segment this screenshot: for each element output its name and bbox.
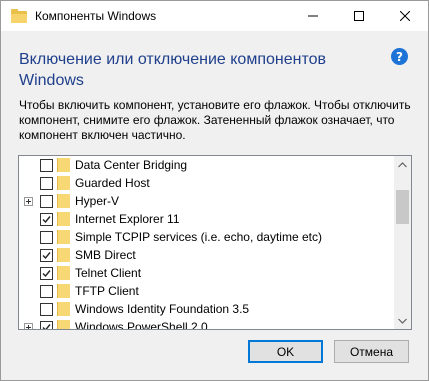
feature-row[interactable]: Data Center Bridging xyxy=(19,156,393,174)
feature-row[interactable]: Telnet Client xyxy=(19,264,393,282)
feature-label: SMB Direct xyxy=(75,248,136,262)
checkmark-icon xyxy=(42,216,51,224)
windows-features-dialog: Компоненты Windows Включение или отключе… xyxy=(0,0,429,381)
chevron-down-icon xyxy=(398,318,407,324)
folder-icon xyxy=(57,194,70,208)
ok-button[interactable]: OK xyxy=(248,340,323,363)
feature-label: Internet Explorer 11 xyxy=(75,212,180,226)
folder-icon xyxy=(57,176,70,190)
help-icon[interactable]: ? xyxy=(391,48,408,65)
feature-label: Windows PowerShell 2.0 xyxy=(75,320,208,330)
feature-checkbox[interactable] xyxy=(40,177,53,190)
feature-label: TFTP Client xyxy=(75,284,139,298)
features-list: Data Center Bridging Guarded Host Hyper-V I… xyxy=(19,156,393,330)
folder-icon xyxy=(11,9,27,23)
maximize-button[interactable] xyxy=(336,1,382,31)
feature-row[interactable]: Internet Explorer 11 xyxy=(19,210,393,228)
feature-checkbox[interactable] xyxy=(40,159,53,172)
feature-checkbox[interactable] xyxy=(40,213,53,226)
window-title: Компоненты Windows xyxy=(35,9,157,23)
feature-checkbox[interactable] xyxy=(40,231,53,244)
scroll-up-button[interactable] xyxy=(394,156,411,173)
cancel-button[interactable]: Отмена xyxy=(334,340,409,363)
folder-icon xyxy=(57,230,70,244)
feature-row[interactable]: Windows PowerShell 2.0 xyxy=(19,318,393,330)
feature-checkbox[interactable] xyxy=(40,321,53,329)
feature-row[interactable]: Windows Identity Foundation 3.5 xyxy=(19,300,393,318)
maximize-icon xyxy=(354,11,364,21)
expand-plus-icon[interactable] xyxy=(24,323,33,329)
feature-label: Guarded Host xyxy=(75,176,150,190)
feature-label: Telnet Client xyxy=(75,266,142,280)
expand-plus-icon[interactable] xyxy=(24,197,33,206)
scroll-down-button[interactable] xyxy=(394,312,411,329)
feature-label: Windows Identity Foundation 3.5 xyxy=(75,302,250,316)
folder-icon xyxy=(57,158,70,172)
minimize-button[interactable] xyxy=(290,1,336,31)
feature-label: Hyper-V xyxy=(75,194,120,208)
feature-row[interactable]: TFTP Client xyxy=(19,282,393,300)
feature-label: Data Center Bridging xyxy=(75,158,188,172)
feature-label: Simple TCPIP services (i.e. echo, daytim… xyxy=(75,230,322,244)
feature-row[interactable]: Guarded Host xyxy=(19,174,393,192)
folder-icon xyxy=(57,320,70,329)
minimize-icon xyxy=(308,15,318,17)
chevron-up-icon xyxy=(398,161,407,167)
dialog-content: Включение или отключение компонентов Win… xyxy=(1,31,428,380)
title-bar[interactable]: Компоненты Windows xyxy=(1,1,428,31)
folder-icon xyxy=(57,248,70,262)
feature-checkbox[interactable] xyxy=(40,285,53,298)
folder-icon xyxy=(57,302,70,316)
folder-icon xyxy=(57,212,70,226)
folder-icon xyxy=(57,266,70,280)
checkmark-icon xyxy=(42,324,51,329)
folder-icon xyxy=(57,284,70,298)
features-tree[interactable]: Data Center Bridging Guarded Host Hyper-V I… xyxy=(18,155,412,330)
feature-row[interactable]: Hyper-V xyxy=(19,192,393,210)
feature-row[interactable]: SMB Direct xyxy=(19,246,393,264)
vertical-scrollbar[interactable] xyxy=(394,156,411,329)
feature-checkbox[interactable] xyxy=(40,303,53,316)
feature-checkbox[interactable] xyxy=(40,195,53,208)
checkmark-icon xyxy=(42,252,51,260)
scroll-thumb[interactable] xyxy=(396,190,409,224)
checkmark-icon xyxy=(42,270,51,278)
close-button[interactable] xyxy=(382,1,428,31)
dialog-description: Чтобы включить компонент, установите его… xyxy=(19,98,411,142)
feature-row[interactable]: Simple TCPIP services (i.e. echo, daytim… xyxy=(19,228,393,246)
feature-checkbox[interactable] xyxy=(40,267,53,280)
dialog-heading: Включение или отключение компонентов Win… xyxy=(19,51,326,89)
close-icon xyxy=(400,11,410,21)
feature-checkbox[interactable] xyxy=(40,249,53,262)
